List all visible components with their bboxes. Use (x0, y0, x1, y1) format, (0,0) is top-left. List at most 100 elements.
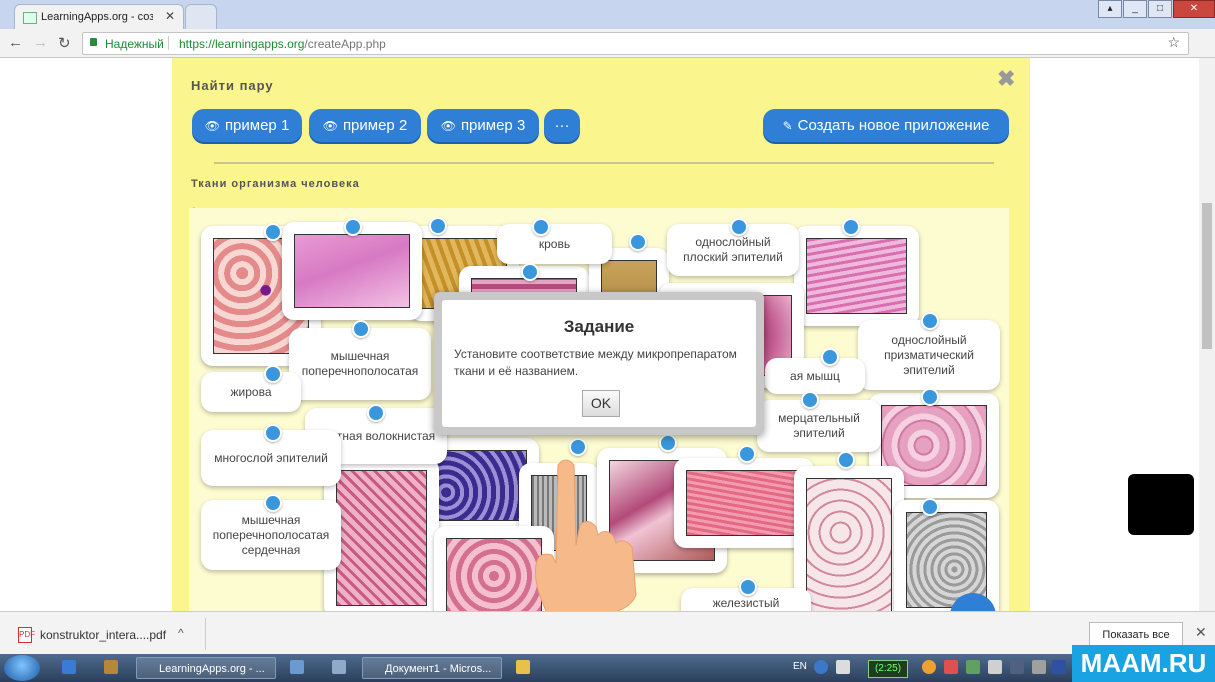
pin[interactable] (921, 498, 939, 516)
ie-icon[interactable] (62, 660, 76, 674)
pin[interactable] (837, 451, 855, 469)
close-download-bar-icon[interactable]: ✕ (1195, 624, 1207, 641)
pin[interactable] (921, 388, 939, 406)
tray-icon[interactable] (944, 660, 958, 674)
pin[interactable] (659, 434, 677, 452)
tissue-card-striated[interactable] (794, 226, 919, 326)
pin[interactable] (821, 348, 839, 366)
create-app-button[interactable]: ✎ Создать новое приложение (763, 109, 1009, 142)
folder-icon[interactable] (104, 660, 118, 674)
taskbar-item-word[interactable]: Документ1 - Micros... (362, 657, 502, 679)
example-3-button[interactable]: 👁 пример 3 (427, 109, 539, 142)
tissue-card-cartilage[interactable] (324, 458, 439, 611)
close-window-button[interactable]: ✕ (1173, 0, 1215, 18)
scrollbar-thumb[interactable] (1202, 203, 1212, 349)
close-tab-icon[interactable]: ✕ (165, 9, 175, 23)
lock-icon (90, 38, 97, 46)
volume-icon[interactable] (1032, 660, 1046, 674)
tissue-image (806, 478, 892, 611)
tray-icon[interactable] (966, 660, 980, 674)
pin[interactable] (739, 578, 757, 596)
label-card[interactable]: однослойный призматический эпителий (858, 320, 1000, 390)
pdf-file-icon: PDF (18, 627, 35, 643)
tray-icon[interactable] (988, 660, 1002, 674)
new-tab-button[interactable] (185, 4, 217, 30)
tray-icon[interactable] (836, 660, 850, 674)
pin[interactable] (921, 312, 939, 330)
pin[interactable] (367, 404, 385, 422)
reload-icon[interactable]: ↻ (58, 34, 71, 52)
help-tray-icon[interactable] (814, 660, 828, 674)
task-dialog-body: Задание Установите соответствие между ми… (442, 300, 756, 427)
label-card[interactable]: жирова (201, 372, 301, 412)
label-text: кровь (538, 236, 571, 251)
pin[interactable] (352, 320, 370, 338)
create-app-label: Создать новое приложение (797, 117, 990, 134)
browser-tab-bar: LearningApps.org - созд ✕ ▴ _ □ ✕ (0, 0, 1215, 30)
pin[interactable] (532, 218, 550, 236)
url-host: https://learningapps.org (179, 37, 305, 51)
back-icon[interactable]: ← (8, 34, 23, 51)
pin[interactable] (801, 391, 819, 409)
start-button[interactable] (4, 655, 40, 681)
tray-icon[interactable] (1052, 660, 1066, 674)
tissue-image (806, 238, 907, 314)
language-indicator[interactable]: EN (793, 661, 807, 672)
app-icon[interactable] (332, 660, 346, 674)
pin[interactable] (730, 218, 748, 236)
explorer-icon[interactable] (290, 660, 304, 674)
example-3-label: пример 3 (460, 117, 526, 134)
network-icon[interactable] (1010, 660, 1024, 674)
panel-title: Найти пару (191, 78, 274, 93)
pin[interactable] (429, 217, 447, 235)
label-card[interactable]: мерцательный эпителий (757, 400, 881, 452)
pin[interactable] (264, 424, 282, 442)
ok-button[interactable]: OK (582, 390, 620, 417)
label-text: железистый (712, 596, 780, 610)
eye-icon: 👁 (440, 119, 456, 133)
taskbar-item-label: Документ1 - Micros... (385, 663, 492, 675)
pin[interactable] (344, 218, 362, 236)
pin[interactable] (264, 365, 282, 383)
label-card[interactable]: мышечная поперечнополосатая (289, 328, 431, 400)
pin[interactable] (629, 233, 647, 251)
page-scrollbar[interactable] (1199, 58, 1215, 611)
pin[interactable] (842, 218, 860, 236)
window-controls: ▴ _ □ ✕ (1097, 0, 1215, 18)
download-separator (205, 618, 206, 650)
tissue-image (686, 470, 802, 536)
url-input[interactable]: Надежный https://learningapps.org/create… (82, 32, 1189, 55)
pin[interactable] (264, 494, 282, 512)
minimize-button[interactable]: _ (1123, 0, 1147, 18)
forward-icon[interactable]: → (33, 34, 48, 51)
user-icon[interactable]: ▴ (1098, 0, 1122, 18)
taskbar-item-browser[interactable]: LearningApps.org - ... (136, 657, 276, 679)
bookmark-star-icon[interactable]: ☆ (1167, 34, 1180, 51)
example-1-button[interactable]: 👁 пример 1 (192, 109, 302, 142)
page-favicon-icon (23, 12, 37, 24)
tray-icon[interactable] (922, 660, 936, 674)
maximize-button[interactable]: □ (1148, 0, 1172, 18)
pin[interactable] (521, 263, 539, 281)
tissue-card-pink[interactable] (282, 222, 422, 320)
close-icon[interactable]: ✖ (997, 66, 1015, 92)
tissue-card-red[interactable] (674, 458, 814, 548)
label-card[interactable]: кровь (497, 224, 612, 264)
label-card[interactable]: ая мышц (765, 358, 865, 394)
download-bar: PDF konstruktor_intera....pdf ^ Показать… (0, 611, 1215, 655)
example-2-button[interactable]: 👁 пример 2 (309, 109, 421, 142)
paint-icon[interactable] (516, 660, 530, 674)
chevron-up-icon[interactable]: ^ (178, 626, 184, 640)
browser-tab[interactable]: LearningApps.org - созд ✕ (14, 4, 184, 30)
pin[interactable] (264, 223, 282, 241)
tissue-card-nerve[interactable] (894, 500, 999, 611)
pin[interactable] (569, 438, 587, 456)
download-filename[interactable]: konstruktor_intera....pdf (40, 628, 166, 642)
pin[interactable] (738, 445, 756, 463)
more-button[interactable]: ··· (544, 109, 580, 142)
secure-label: Надежный (105, 37, 164, 51)
tissue-image (336, 470, 427, 606)
tissue-image (294, 234, 410, 308)
tissue-card-adipose[interactable] (794, 466, 904, 611)
label-text: однослойный призматический эпителий (884, 332, 974, 377)
